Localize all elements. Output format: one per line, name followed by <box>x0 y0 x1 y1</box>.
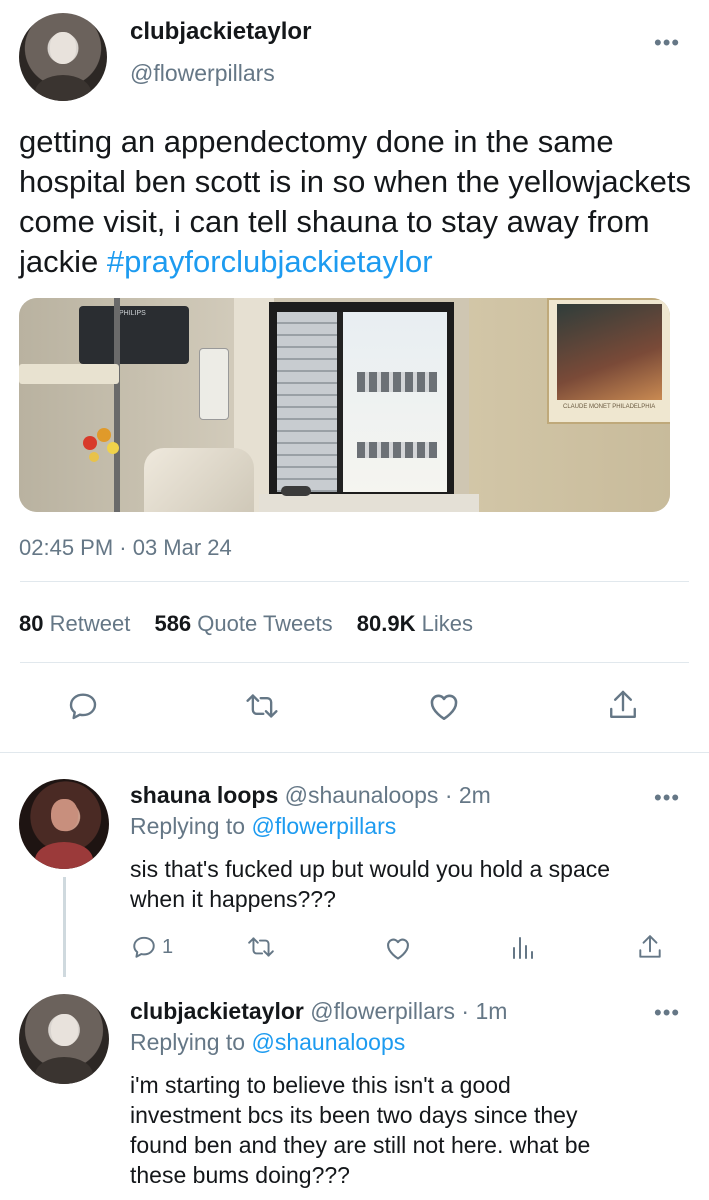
share-icon[interactable] <box>607 688 639 722</box>
quote-count: 586 <box>154 611 192 636</box>
tweet-timestamp[interactable]: 02:45 PM · 03 Mar 24 <box>19 535 232 561</box>
heart-icon[interactable] <box>384 935 412 961</box>
reply1-text-line: sis that's fucked up but would you hold … <box>130 856 611 882</box>
reply1-header: shauna loops @shaunaloops · 2m <box>130 782 491 809</box>
retweet-icon[interactable] <box>247 934 275 960</box>
reply1-reply-count: 1 <box>162 936 174 958</box>
author-display-name[interactable]: clubjackietaylor <box>130 18 311 46</box>
avatar-shoulders <box>34 74 92 101</box>
reply1-display-name[interactable]: shauna loops <box>130 782 278 808</box>
photo-window-sill <box>259 494 479 512</box>
analytics-bars-icon[interactable] <box>510 934 534 960</box>
like-label: Likes <box>421 611 473 636</box>
photo-monitor-brand: PHILIPS <box>119 310 146 317</box>
retweet-count: 80 <box>19 611 44 636</box>
reply2-text-line: found ben and they are still not here. w… <box>130 1132 591 1158</box>
photo-framed-poster: CLAUDE MONET PHILADELPHIA <box>547 298 670 424</box>
avatar-shoulders <box>35 842 93 869</box>
avatar-face <box>49 32 77 65</box>
share-icon[interactable] <box>637 933 663 961</box>
replying-to-handle[interactable]: @flowerpillars <box>251 813 396 839</box>
tweet-stats: 80 Retweet 586 Quote Tweets 80.9K Likes <box>19 611 473 637</box>
divider <box>20 581 689 582</box>
avatar-face <box>50 1013 78 1047</box>
thread-line <box>63 877 66 977</box>
photo-window-view <box>277 312 447 492</box>
photo-iv-pole <box>114 298 120 512</box>
photo-chair-blanket <box>144 448 254 512</box>
replying-to-label: Replying to <box>130 1029 252 1055</box>
reply2-time: · 1m <box>455 998 508 1024</box>
reply2-text-line: these bums doing??? <box>130 1162 350 1188</box>
reply1-text: sis that's fucked up but would you hold … <box>130 854 610 914</box>
author-avatar[interactable] <box>19 13 107 101</box>
reply2-display-name[interactable]: clubjackietaylor <box>130 998 304 1024</box>
photo-poster-caption: CLAUDE MONET PHILADELPHIA <box>563 404 656 410</box>
retweet-icon[interactable] <box>245 690 279 722</box>
photo-monitor: PHILIPS <box>79 306 189 364</box>
tweet-hashtag[interactable]: #prayforclubjackietaylor <box>107 244 433 279</box>
tweet-photo[interactable]: PHILIPS CLAUDE MONET PHILADELPHIA <box>19 298 670 512</box>
divider <box>0 752 709 753</box>
reply-bubble-icon[interactable] <box>67 690 99 722</box>
replying-to-label: Replying to <box>130 813 252 839</box>
like-stat[interactable]: 80.9K Likes <box>357 611 473 636</box>
reply2-text-line: i'm starting to believe this isn't a goo… <box>130 1072 511 1098</box>
author-handle[interactable]: @flowerpillars <box>130 60 275 87</box>
photo-flowers <box>79 428 129 468</box>
more-dots-icon[interactable]: ••• <box>654 787 680 809</box>
reply2-avatar[interactable] <box>19 994 109 1084</box>
reply-bubble-icon[interactable] <box>131 934 157 960</box>
more-dots-icon[interactable]: ••• <box>654 32 680 54</box>
tweet-text: getting an appendectomy done in the same… <box>19 122 705 282</box>
reply1-avatar[interactable] <box>19 779 109 869</box>
replying-to-handle[interactable]: @shaunaloops <box>251 1029 405 1055</box>
reply2-handle[interactable]: @flowerpillars <box>310 998 455 1024</box>
quote-stat[interactable]: 586 Quote Tweets <box>154 611 338 636</box>
photo-slippers <box>281 486 311 496</box>
photo-iv-bag <box>199 348 229 420</box>
avatar-shoulders <box>35 1057 93 1084</box>
photo-equipment-tray <box>19 364 119 384</box>
reply1-time: · 2m <box>438 782 491 808</box>
quote-label: Quote Tweets <box>197 611 333 636</box>
avatar-face <box>50 798 78 832</box>
retweet-label: Retweet <box>49 611 131 636</box>
reply1-text-line: when it happens??? <box>130 886 336 912</box>
reply2-replying-to: Replying to @shaunaloops <box>130 1029 405 1056</box>
heart-icon[interactable] <box>427 690 461 722</box>
reply1-replying-to: Replying to @flowerpillars <box>130 813 396 840</box>
reply1-handle[interactable]: @shaunaloops <box>285 782 439 808</box>
divider <box>20 662 689 663</box>
reply2-header: clubjackietaylor @flowerpillars · 1m <box>130 998 507 1025</box>
reply2-text: i'm starting to believe this isn't a goo… <box>130 1070 590 1190</box>
retweet-stat[interactable]: 80 Retweet <box>19 611 136 636</box>
more-dots-icon[interactable]: ••• <box>654 1002 680 1024</box>
reply2-text-line: investment bcs its been two days since t… <box>130 1102 578 1128</box>
like-count: 80.9K <box>356 611 416 636</box>
